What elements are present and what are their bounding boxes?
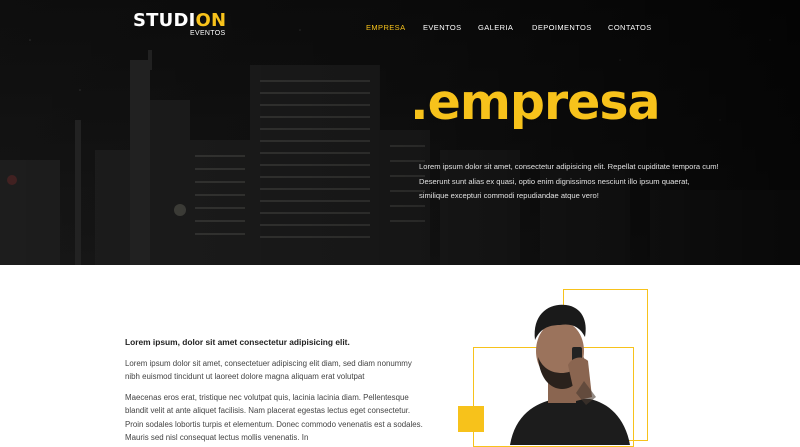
- paragraph: Maecenas eros erat, tristique nec volutp…: [125, 393, 423, 442]
- hero-description: Lorem ipsum dolor sit amet, consectetur …: [419, 162, 719, 200]
- nav-item-contatos[interactable]: CONTATOS: [608, 23, 652, 32]
- about-section: Lorem ipsum, dolor sit amet consectetur …: [0, 265, 800, 447]
- paragraph: Lorem ipsum dolor sit amet, consectetuer…: [125, 359, 412, 382]
- section-heading: Lorem ipsum, dolor sit amet consectetur …: [125, 337, 350, 347]
- main-nav: EMPRESA EVENTOS GALERIA DEPOIMENTOS CONT…: [0, 23, 800, 33]
- nav-item-depoimentos[interactable]: DEPOIMENTOS: [532, 23, 592, 32]
- hero-overlay: [0, 0, 800, 265]
- portrait-image: [510, 304, 630, 445]
- nav-item-galeria[interactable]: GALERIA: [478, 23, 513, 32]
- hero-section: STUDION EVENTOS EMPRESA EVENTOS GALERIA …: [0, 0, 800, 265]
- nav-item-eventos[interactable]: EVENTOS: [423, 23, 462, 32]
- page-title: .empresa: [410, 74, 661, 131]
- nav-item-empresa[interactable]: EMPRESA: [366, 23, 405, 32]
